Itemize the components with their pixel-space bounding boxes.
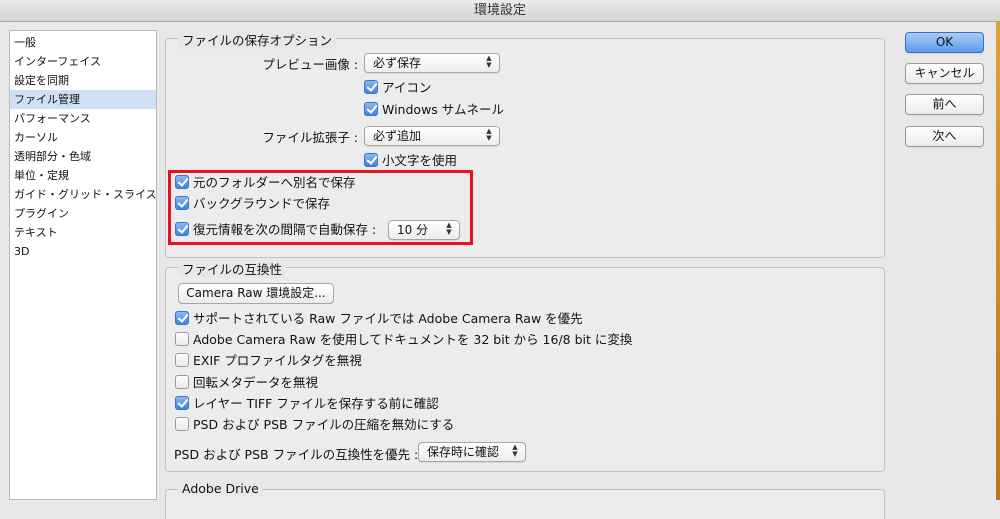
icon-checkbox-label: アイコン <box>382 80 432 95</box>
autosave-interval-select[interactable]: 10 分 ▲ ▼ <box>388 220 460 240</box>
background-save-checkbox[interactable] <box>175 196 189 210</box>
prefer-acr-checkbox-row[interactable]: サポートされている Raw ファイルでは Adobe Camera Raw を優… <box>175 310 583 328</box>
stepper-arrows-icon: ▲ ▼ <box>486 127 492 142</box>
disable-compression-checkbox[interactable] <box>175 417 189 431</box>
ignore-exif-checkbox[interactable] <box>175 353 189 367</box>
tiff-confirm-checkbox-row[interactable]: レイヤー TIFF ファイルを保存する前に確認 <box>175 395 439 413</box>
stepper-arrows-icon: ▲ ▼ <box>446 221 452 236</box>
sidebar-item-general[interactable]: 一般 <box>10 33 156 52</box>
adobe-drive-group: Adobe Drive <box>165 481 885 519</box>
sidebar-item-units[interactable]: 単位・定規 <box>10 166 156 185</box>
sidebar-item-transparency[interactable]: 透明部分・色域 <box>10 147 156 166</box>
background-window-edge <box>996 22 1000 500</box>
ignore-exif-checkbox-row[interactable]: EXIF プロファイルタグを無視 <box>175 352 362 370</box>
altname-checkbox[interactable] <box>175 175 189 189</box>
preview-select[interactable]: 必ず保存 ▲ ▼ <box>364 53 500 73</box>
acr-convert-checkbox-label: Adobe Camera Raw を使用してドキュメントを 32 bit から … <box>193 332 633 347</box>
disable-compression-checkbox-row[interactable]: PSD および PSB ファイルの圧縮を無効にする <box>175 416 454 434</box>
autosave-checkbox-row[interactable]: 復元情報を次の間隔で自動保存 : <box>175 221 376 239</box>
sidebar-item-performance[interactable]: パフォーマンス <box>10 109 156 128</box>
compatibility-title: ファイルの互換性 <box>178 259 287 278</box>
background-save-checkbox-label: バックグラウンドで保存 <box>193 196 331 211</box>
sidebar-item-guides[interactable]: ガイド・グリッド・スライス <box>10 185 157 204</box>
preferences-window: 一般 インターフェイス 設定を同期 ファイル管理 パフォーマンス カーソル 透明… <box>0 22 1000 519</box>
stepper-arrows-icon: ▲ ▼ <box>486 54 492 69</box>
ignore-exif-checkbox-label: EXIF プロファイルタグを無視 <box>193 353 362 368</box>
sidebar-item-sync[interactable]: 設定を同期 <box>10 71 156 90</box>
ignore-rotation-checkbox-row[interactable]: 回転メタデータを無視 <box>175 374 318 392</box>
save-options-title: ファイルの保存オプション <box>178 30 337 49</box>
extension-select[interactable]: 必ず追加 ▲ ▼ <box>364 126 500 146</box>
prefer-acr-checkbox[interactable] <box>175 311 189 325</box>
thumbnail-checkbox-row[interactable]: Windows サムネール <box>364 101 504 119</box>
sidebar-item-type[interactable]: テキスト <box>10 223 156 242</box>
sidebar-item-file-handling[interactable]: ファイル管理 <box>10 90 156 109</box>
preview-label: プレビュー画像 : <box>262 57 358 72</box>
extension-label: ファイル拡張子 : <box>262 130 358 145</box>
psd-compat-label: PSD および PSB ファイルの互換性を優先 : <box>174 447 419 462</box>
camera-raw-preferences-button[interactable]: Camera Raw 環境設定... <box>178 283 334 304</box>
background-save-checkbox-row[interactable]: バックグラウンドで保存 <box>175 195 330 213</box>
tiff-confirm-checkbox-label: レイヤー TIFF ファイルを保存する前に確認 <box>193 396 439 411</box>
thumbnail-checkbox-label: Windows サムネール <box>382 102 505 117</box>
prev-button[interactable]: 前へ <box>905 94 984 115</box>
icon-checkbox-row[interactable]: アイコン <box>364 79 431 97</box>
preview-select-value: 必ず保存 <box>373 56 422 70</box>
autosave-checkbox-label: 復元情報を次の間隔で自動保存 : <box>193 222 377 237</box>
lowercase-checkbox-row[interactable]: 小文字を使用 <box>364 152 457 170</box>
lowercase-checkbox[interactable] <box>364 153 378 167</box>
thumbnail-checkbox[interactable] <box>364 102 378 116</box>
sidebar-item-interface[interactable]: インターフェイス <box>10 52 156 71</box>
lowercase-checkbox-label: 小文字を使用 <box>382 153 458 168</box>
prefer-acr-checkbox-label: サポートされている Raw ファイルでは Adobe Camera Raw を優… <box>193 311 583 326</box>
autosave-checkbox[interactable] <box>175 222 189 236</box>
autosave-interval-value: 10 分 <box>397 223 429 237</box>
cancel-button[interactable]: キャンセル <box>905 63 984 84</box>
icon-checkbox[interactable] <box>364 80 378 94</box>
sidebar-item-cursors[interactable]: カーソル <box>10 128 156 147</box>
window-titlebar: 環境設定 <box>0 0 1000 22</box>
extension-select-value: 必ず追加 <box>373 129 422 143</box>
category-list: 一般 インターフェイス 設定を同期 ファイル管理 パフォーマンス カーソル 透明… <box>9 30 157 500</box>
stepper-arrows-icon: ▲ ▼ <box>512 443 518 458</box>
ignore-rotation-checkbox-label: 回転メタデータを無視 <box>193 375 319 390</box>
acr-convert-checkbox[interactable] <box>175 332 189 346</box>
disable-compression-checkbox-label: PSD および PSB ファイルの圧縮を無効にする <box>193 417 455 432</box>
sidebar-item-3d[interactable]: 3D <box>10 242 156 261</box>
sidebar-item-plugins[interactable]: プラグイン <box>10 204 156 223</box>
adobe-drive-title: Adobe Drive <box>178 481 263 496</box>
psd-compat-value: 保存時に確認 <box>427 445 500 459</box>
altname-checkbox-row[interactable]: 元のフォルダーへ別名で保存 <box>175 174 356 192</box>
ignore-rotation-checkbox[interactable] <box>175 375 189 389</box>
acr-convert-checkbox-row[interactable]: Adobe Camera Raw を使用してドキュメントを 32 bit から … <box>175 331 632 349</box>
psd-compat-select[interactable]: 保存時に確認 ▲ ▼ <box>418 442 526 462</box>
tiff-confirm-checkbox[interactable] <box>175 396 189 410</box>
next-button[interactable]: 次へ <box>905 126 984 147</box>
ok-button[interactable]: OK <box>905 32 984 53</box>
altname-checkbox-label: 元のフォルダーへ別名で保存 <box>193 175 356 190</box>
window-title: 環境設定 <box>473 3 526 18</box>
